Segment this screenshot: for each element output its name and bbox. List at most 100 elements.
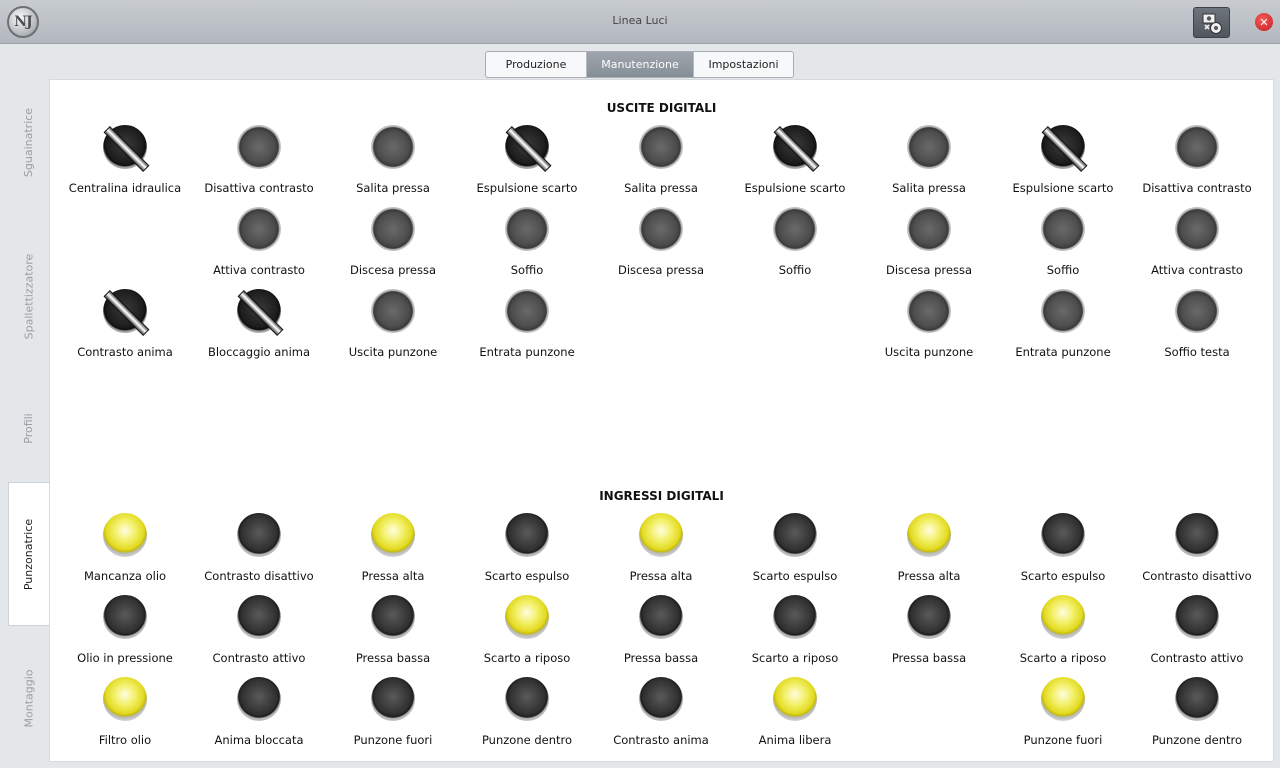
indicator-label: Espulsione scarto xyxy=(744,181,846,195)
indicator-label: Pressa alta xyxy=(629,569,693,583)
input-lamp-icon xyxy=(773,513,817,557)
output-indicator[interactable]: Espulsione scarto xyxy=(460,125,594,195)
output-lamp-icon[interactable] xyxy=(505,289,549,333)
input-indicator: Pressa bassa xyxy=(862,595,996,665)
output-indicator[interactable]: Salita pressa xyxy=(862,125,996,195)
close-button[interactable]: ✕ xyxy=(1255,13,1273,31)
indicator-label: Pressa alta xyxy=(361,569,425,583)
output-lamp-icon[interactable] xyxy=(371,207,415,251)
input-indicator: Olio in pressione xyxy=(58,595,192,665)
output-indicator[interactable]: Uscita punzone xyxy=(326,289,460,359)
side-tab-profili[interactable]: Profili xyxy=(8,388,49,468)
output-indicator[interactable]: Contrasto anima xyxy=(58,289,192,359)
input-lamp-icon xyxy=(1175,595,1219,639)
output-lamp-icon[interactable] xyxy=(907,207,951,251)
output-lamp-icon[interactable] xyxy=(237,125,281,169)
output-indicator[interactable]: Disattiva contrasto xyxy=(1130,125,1264,195)
indicator-label: Contrasto anima xyxy=(77,345,173,359)
output-lamp-icon[interactable] xyxy=(907,289,951,333)
output-indicator[interactable]: Discesa pressa xyxy=(862,207,996,277)
output-lamp-icon[interactable] xyxy=(773,125,817,169)
output-lamp-icon[interactable] xyxy=(505,207,549,251)
output-lamp-icon[interactable] xyxy=(237,207,281,251)
output-lamp-icon[interactable] xyxy=(505,125,549,169)
input-indicator: Anima libera xyxy=(728,677,862,747)
input-lamp-icon xyxy=(1175,513,1219,557)
input-lamp-icon xyxy=(639,595,683,639)
output-lamp-icon[interactable] xyxy=(1175,289,1219,333)
indicator-label: Uscita punzone xyxy=(884,345,974,359)
tab-manutenzione[interactable]: Manutenzione xyxy=(587,52,694,77)
output-indicator[interactable]: Salita pressa xyxy=(326,125,460,195)
output-lamp-icon[interactable] xyxy=(1175,207,1219,251)
output-lamp-icon[interactable] xyxy=(371,125,415,169)
input-lamp-icon xyxy=(1041,595,1085,639)
side-tab-montaggio[interactable]: Montaggio xyxy=(8,636,49,760)
side-tab-spallettizzatore[interactable]: Spallettizzatore xyxy=(8,214,49,378)
output-indicator[interactable]: Soffio xyxy=(460,207,594,277)
output-lamp-icon[interactable] xyxy=(371,289,415,333)
input-indicator: Pressa bassa xyxy=(594,595,728,665)
input-lamp-icon xyxy=(371,595,415,639)
output-indicator[interactable]: Discesa pressa xyxy=(594,207,728,277)
output-indicator[interactable]: Soffio xyxy=(996,207,1130,277)
output-indicator[interactable]: Centralina idraulica xyxy=(58,125,192,195)
main-tabs: Produzione Manutenzione Impostazioni xyxy=(485,51,794,78)
output-lamp-icon[interactable] xyxy=(1041,207,1085,251)
output-lamp-icon[interactable] xyxy=(237,289,281,333)
indicator-label: Anima libera xyxy=(758,733,832,747)
side-tab-sguainatrice[interactable]: Sguainatrice xyxy=(8,80,49,204)
output-indicator[interactable]: Uscita punzone xyxy=(862,289,996,359)
output-indicator[interactable]: Entrata punzone xyxy=(996,289,1130,359)
output-indicator[interactable]: Bloccaggio anima xyxy=(192,289,326,359)
indicator-label: Espulsione scarto xyxy=(476,181,578,195)
tab-produzione[interactable]: Produzione xyxy=(486,52,587,77)
output-indicator[interactable]: Disattiva contrasto xyxy=(192,125,326,195)
input-indicator: Pressa bassa xyxy=(326,595,460,665)
output-indicator[interactable]: Soffio testa xyxy=(1130,289,1264,359)
output-indicator[interactable]: Espulsione scarto xyxy=(996,125,1130,195)
tab-impostazioni[interactable]: Impostazioni xyxy=(694,52,793,77)
output-indicator[interactable]: Attiva contrasto xyxy=(1130,207,1264,277)
side-tab-label: Punzonatrice xyxy=(22,518,36,590)
output-lamp-icon[interactable] xyxy=(639,125,683,169)
indicator-label: Salita pressa xyxy=(624,181,698,195)
indicator-label: Uscita punzone xyxy=(348,345,438,359)
input-lamp-icon xyxy=(773,595,817,639)
input-indicator: Contrasto attivo xyxy=(192,595,326,665)
output-indicator[interactable]: Salita pressa xyxy=(594,125,728,195)
input-indicator: Punzone dentro xyxy=(460,677,594,747)
indicator-label: Salita pressa xyxy=(356,181,430,195)
indicator-label: Pressa bassa xyxy=(623,651,699,665)
output-indicator[interactable]: Espulsione scarto xyxy=(728,125,862,195)
input-indicator: Punzone dentro xyxy=(1130,677,1264,747)
output-indicator[interactable]: Entrata punzone xyxy=(460,289,594,359)
input-lamp-icon xyxy=(237,595,281,639)
indicator-label: Discesa pressa xyxy=(885,263,972,277)
output-lamp-icon[interactable] xyxy=(1041,289,1085,333)
input-lamp-icon xyxy=(505,677,549,721)
output-lamp-icon[interactable] xyxy=(1175,125,1219,169)
settings-button[interactable] xyxy=(1193,7,1230,38)
input-lamp-icon xyxy=(237,513,281,557)
output-lamp-icon[interactable] xyxy=(773,207,817,251)
input-indicator: Scarto espulso xyxy=(996,513,1130,583)
outputs-title: USCITE DIGITALI xyxy=(606,101,717,115)
output-lamp-icon[interactable] xyxy=(639,207,683,251)
output-lamp-icon[interactable] xyxy=(103,125,147,169)
output-indicator[interactable]: Attiva contrasto xyxy=(192,207,326,277)
output-lamp-icon[interactable] xyxy=(103,289,147,333)
indicator-label: Scarto a riposo xyxy=(483,651,571,665)
input-lamp-icon xyxy=(907,513,951,557)
indicator-label: Pressa bassa xyxy=(891,651,967,665)
output-lamp-icon[interactable] xyxy=(907,125,951,169)
indicator-label: Espulsione scarto xyxy=(1012,181,1114,195)
input-indicator: Scarto a riposo xyxy=(728,595,862,665)
input-lamp-icon xyxy=(639,677,683,721)
side-tab-punzonatrice[interactable]: Punzonatrice xyxy=(8,482,49,626)
input-indicator: Pressa alta xyxy=(326,513,460,583)
output-indicator[interactable]: Soffio xyxy=(728,207,862,277)
output-indicator[interactable]: Discesa pressa xyxy=(326,207,460,277)
output-lamp-icon[interactable] xyxy=(1041,125,1085,169)
input-indicator: Punzone fuori xyxy=(326,677,460,747)
